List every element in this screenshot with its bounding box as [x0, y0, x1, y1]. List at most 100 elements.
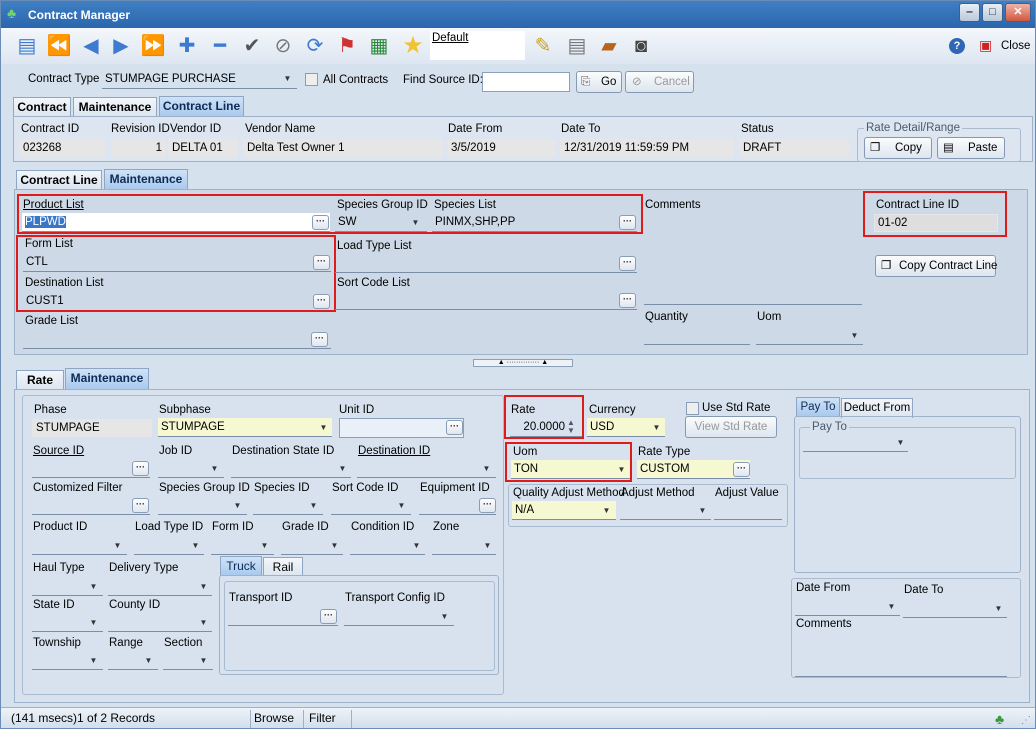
- delivery-type-dropdown-icon[interactable]: ▼: [196, 579, 211, 594]
- pencil-icon[interactable]: ✎: [529, 32, 557, 60]
- rate-type-ellipsis-button[interactable]: ···: [733, 462, 750, 477]
- township-dropdown-icon[interactable]: ▼: [86, 653, 101, 668]
- line-uom-dropdown-icon[interactable]: ▼: [847, 328, 862, 343]
- comments-field[interactable]: [644, 213, 862, 305]
- rate-date-from-dropdown-icon[interactable]: ▼: [884, 599, 899, 614]
- tab-line-contract-line[interactable]: Contract Line: [16, 170, 102, 190]
- haul-type-dropdown-icon[interactable]: ▼: [86, 579, 101, 594]
- sort-code-ellipsis-button[interactable]: ···: [619, 293, 636, 308]
- cancel-circle-icon[interactable]: ⊘: [269, 32, 297, 60]
- customized-filter-ellipsis-button[interactable]: ···: [132, 498, 149, 513]
- grade-list-field[interactable]: [23, 330, 331, 349]
- destination-state-field[interactable]: [231, 459, 351, 478]
- tab-rate[interactable]: Rate: [16, 370, 64, 390]
- copy-rate-button[interactable]: ❐ Copy: [864, 137, 932, 159]
- quality-adjust-dropdown-icon[interactable]: ▼: [599, 503, 614, 518]
- tab-rate-maintenance[interactable]: Maintenance: [65, 368, 149, 390]
- product-id-dropdown-icon[interactable]: ▼: [110, 538, 125, 553]
- load-type-ellipsis-button[interactable]: ···: [619, 256, 636, 271]
- use-std-rate-checkbox[interactable]: [686, 402, 699, 415]
- adjust-value-field[interactable]: [714, 501, 782, 520]
- tree-status-icon: ♣: [995, 711, 1005, 727]
- species-id-dropdown-icon[interactable]: ▼: [306, 498, 321, 513]
- county-id-dropdown-icon[interactable]: ▼: [196, 615, 211, 630]
- product-id-label: Product ID: [33, 521, 88, 533]
- transport-config-dropdown-icon[interactable]: ▼: [437, 609, 452, 624]
- source-id-label[interactable]: Source ID: [33, 445, 84, 457]
- add-record-icon[interactable]: ✚: [173, 32, 201, 60]
- destination-id-dropdown-icon[interactable]: ▼: [479, 461, 494, 476]
- default-view-link[interactable]: Default: [432, 32, 468, 44]
- source-id-ellipsis-button[interactable]: ···: [132, 461, 149, 476]
- tab-rail[interactable]: Rail: [263, 557, 303, 577]
- default-view-box[interactable]: Default: [430, 31, 525, 60]
- go-button[interactable]: ⎘ Go: [576, 71, 622, 93]
- contract-type-select[interactable]: STUMPAGE PURCHASE: [102, 70, 297, 89]
- quantity-field[interactable]: [644, 326, 750, 345]
- currency-dropdown-icon[interactable]: ▼: [649, 420, 664, 435]
- left-arrow-icon[interactable]: ◀: [77, 32, 105, 60]
- briefcase-icon[interactable]: ▰: [595, 32, 623, 60]
- rate-comments-field[interactable]: [795, 633, 1007, 677]
- range-dropdown-icon[interactable]: ▼: [141, 653, 156, 668]
- grade-id-dropdown-icon[interactable]: ▼: [327, 538, 342, 553]
- first-record-icon[interactable]: ▤: [13, 32, 41, 60]
- minimize-button[interactable]: ‒: [959, 3, 980, 22]
- paste-rate-button[interactable]: ▤ Paste: [937, 137, 1005, 159]
- job-id-dropdown-icon[interactable]: ▼: [207, 461, 222, 476]
- equipment-id-ellipsis-button[interactable]: ···: [479, 498, 496, 513]
- condition-id-dropdown-icon[interactable]: ▼: [409, 538, 424, 553]
- destination-id-field[interactable]: [357, 459, 496, 478]
- sort-code-list-field[interactable]: [335, 291, 637, 310]
- find-source-input[interactable]: [482, 72, 570, 92]
- form-id-dropdown-icon[interactable]: ▼: [257, 538, 272, 553]
- zone-dropdown-icon[interactable]: ▼: [480, 538, 495, 553]
- report-icon[interactable]: ▤: [563, 32, 591, 60]
- tab-maintenance[interactable]: Maintenance: [73, 97, 157, 117]
- excel-icon[interactable]: ▦: [365, 32, 393, 60]
- splitter-handle[interactable]: ▲ ·············· ▲: [473, 359, 573, 367]
- section-dropdown-icon[interactable]: ▼: [196, 653, 211, 668]
- tab-contract-line[interactable]: Contract Line: [159, 96, 244, 117]
- maximize-button[interactable]: □: [982, 3, 1003, 22]
- refresh-icon[interactable]: ⟳: [301, 32, 329, 60]
- tab-truck[interactable]: Truck: [220, 556, 262, 576]
- view-std-rate-button[interactable]: View Std Rate: [685, 416, 777, 438]
- contract-type-dropdown-icon[interactable]: ▼: [280, 71, 295, 86]
- tab-deduct-from[interactable]: Deduct From: [841, 398, 913, 418]
- rate-date-to-dropdown-icon[interactable]: ▼: [991, 601, 1006, 616]
- cancel-button[interactable]: ⊘ Cancel: [625, 71, 694, 93]
- resize-grip-icon[interactable]: ⋰: [1021, 711, 1031, 728]
- destination-state-dropdown-icon[interactable]: ▼: [335, 461, 350, 476]
- load-type-id-dropdown-icon[interactable]: ▼: [188, 538, 203, 553]
- window-close-button[interactable]: ✕: [1005, 3, 1031, 22]
- sort-code-id-dropdown-icon[interactable]: ▼: [394, 498, 409, 513]
- export-icon[interactable]: ⚑: [333, 32, 361, 60]
- close-doc-icon[interactable]: ▣: [979, 37, 992, 54]
- close-button[interactable]: Close: [1001, 40, 1030, 52]
- state-id-dropdown-icon[interactable]: ▼: [86, 615, 101, 630]
- unit-id-ellipsis-button[interactable]: ···: [446, 420, 463, 435]
- pay-to-dropdown-icon[interactable]: ▼: [893, 435, 908, 450]
- transport-id-ellipsis-button[interactable]: ···: [320, 609, 337, 624]
- right-arrow-icon[interactable]: ▶: [107, 32, 135, 60]
- all-contracts-checkbox[interactable]: [305, 73, 318, 86]
- tab-pay-to[interactable]: Pay To: [796, 397, 840, 417]
- grade-list-ellipsis-button[interactable]: ···: [311, 332, 328, 347]
- load-type-list-field[interactable]: [335, 254, 637, 273]
- destination-id-label[interactable]: Destination ID: [358, 445, 430, 457]
- adjust-method-dropdown-icon[interactable]: ▼: [695, 503, 710, 518]
- subphase-dropdown-icon[interactable]: ▼: [316, 420, 331, 435]
- double-left-arrow-icon[interactable]: ⏪: [45, 32, 73, 60]
- favorite-star-icon[interactable]: ★: [399, 32, 427, 60]
- subphase-field[interactable]: STUMPAGE: [158, 418, 332, 437]
- delete-record-icon[interactable]: ━: [206, 32, 234, 60]
- tab-line-maintenance[interactable]: Maintenance: [104, 169, 188, 190]
- double-right-arrow-icon[interactable]: ⏩: [139, 32, 167, 60]
- rate-species-group-dropdown-icon[interactable]: ▼: [230, 498, 245, 513]
- copy-contract-line-button[interactable]: ❐ Copy Contract Line: [875, 255, 997, 277]
- help-icon[interactable]: ?: [949, 38, 965, 54]
- save-check-icon[interactable]: ✔: [238, 32, 266, 60]
- camera-icon[interactable]: ◙: [627, 32, 655, 60]
- tab-contract[interactable]: Contract: [13, 97, 71, 117]
